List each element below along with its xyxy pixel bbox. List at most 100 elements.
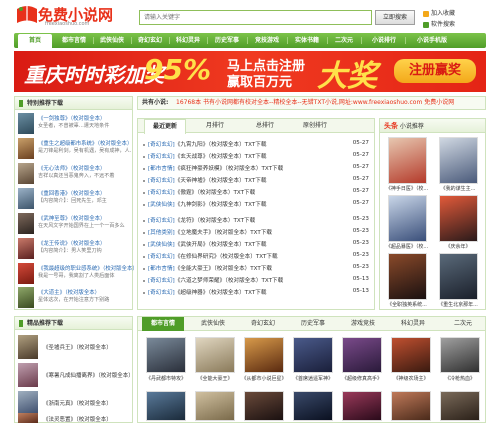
book-card[interactable]: 《冷枪热血》 xyxy=(434,337,486,382)
list-item[interactable]: 《我最超级的职业感系统》（校对版全本） 我是一号哥，我离割了人类后面体 xyxy=(18,263,138,287)
ad-banner[interactable]: 重庆时时彩加奖 95% 马上点击注册 赢取百万元 大奖 注册赢奖 xyxy=(14,51,486,92)
row-category[interactable]: [都市言情] xyxy=(148,166,175,172)
table-row[interactable]: [奇幻玄幻]《六道之梦师荣耀》（校对版全本）TXT下载 05-13 xyxy=(143,276,369,286)
tab-overall[interactable]: 总排行 xyxy=(244,119,286,133)
tab-fantasy[interactable]: 奇幻玄幻 xyxy=(242,317,284,331)
book-caption[interactable]: 《庆余年》 xyxy=(436,243,480,250)
book-caption[interactable]: 《超品暴医》（校... xyxy=(385,243,429,250)
list-item[interactable]: 《重生之超级都市系统》（校对版全本） 是刀锋是利剑，吴有机遇，吴有成神，人… xyxy=(18,138,132,162)
row-category[interactable]: [奇幻玄幻] xyxy=(148,218,175,224)
book-title[interactable]: 《重回香港》（校对版全本） xyxy=(38,189,105,197)
table-row[interactable]: [其他类别]《立地魔夫手》（校对版全本）TXT下载 05-23 xyxy=(143,228,369,238)
table-row[interactable]: [奇幻玄幻]《在修仙界研究》（校对版全本）TXT下载 05-23 xyxy=(143,252,369,262)
book-card[interactable]: 《超级修真高手》 xyxy=(336,337,388,382)
row-title[interactable]: 《玄天战尊》（校对版全本）TXT下载 xyxy=(175,154,267,160)
book-card[interactable]: 《我的谋生主... xyxy=(436,137,480,192)
row-category[interactable]: [其他类别] xyxy=(148,230,175,236)
list-item[interactable]: 《龙王传说》（校对版全本） 【内容简介】：男人笑里刀钩 xyxy=(18,238,132,262)
table-row[interactable]: [奇幻玄幻]《超级神器》（校对版全本）TXT下载 05-13 xyxy=(143,288,369,298)
nav-home[interactable]: 首页 xyxy=(18,34,52,48)
book-cover[interactable] xyxy=(440,391,480,421)
book-cover[interactable] xyxy=(195,391,235,421)
book-cover[interactable] xyxy=(146,337,186,373)
row-title[interactable]: 《傲霆》（校对版全本）TXT下载 xyxy=(175,190,256,196)
book-card[interactable]: 《神级农场主》 xyxy=(385,337,437,382)
nav-mobile[interactable]: 小说手机版 xyxy=(408,33,456,48)
site-logo[interactable]: 免费小说网 freexiaoshuo.com xyxy=(14,3,124,29)
nav-physical-books[interactable]: 实体书籍 xyxy=(288,33,326,48)
row-category[interactable]: [武侠仙侠] xyxy=(148,202,175,208)
banner-register-button[interactable]: 注册赢奖 xyxy=(394,59,476,83)
row-category[interactable]: [奇幻玄幻] xyxy=(148,254,175,260)
table-row[interactable]: [奇幻玄幻]《玄天战尊》（校对版全本）TXT下载 05-27 xyxy=(143,152,369,162)
book-title[interactable]: 《寒暑凡成仙播离界》（校对版全本） xyxy=(43,371,134,379)
book-cover[interactable] xyxy=(244,391,284,421)
book-caption[interactable]: 《神级农场主》 xyxy=(385,375,437,382)
book-title[interactable]: 《无心法师》（校对版全本） xyxy=(38,164,105,172)
book-card[interactable] xyxy=(434,391,486,421)
table-row[interactable]: [都市言情]《疯狂神豪养妖模》（校对版全本）TXT下载 05-27 xyxy=(143,164,369,174)
announcement-text[interactable]: 16768本 书有小说网都有校对全本--精校全本--无错TXT小说,网址:www… xyxy=(176,97,454,109)
list-item[interactable]: 《大道主》（校对版全本） 星体这次，在开始注意方下别路 xyxy=(18,287,132,311)
row-category[interactable]: [奇幻玄幻] xyxy=(148,154,175,160)
row-category[interactable]: [武侠仙侠] xyxy=(148,242,175,248)
bookmark-link[interactable]: 加入收藏 xyxy=(423,8,455,17)
book-cover[interactable] xyxy=(293,337,333,373)
book-card[interactable]: 《超品暴医》（校... xyxy=(385,195,429,250)
book-cover[interactable] xyxy=(391,337,431,373)
row-category[interactable]: [都市言情] xyxy=(148,266,175,272)
book-card[interactable] xyxy=(140,391,192,421)
book-cover[interactable] xyxy=(391,391,431,421)
row-category[interactable]: [奇幻玄幻] xyxy=(148,290,175,296)
list-item[interactable]: 《无心法师》（校对版全本） 吉祥以真还当恶鬼奔入，不远不着 xyxy=(18,163,132,187)
book-title[interactable]: 《圣墟兵王》（校对版全本） xyxy=(43,343,112,351)
book-title[interactable]: 《我最超级的职业感系统》（校对版全本） xyxy=(38,264,138,272)
book-caption[interactable]: 《全职独英系统... xyxy=(385,301,429,308)
list-item[interactable]: 《一剑独尊》（校对版全本） 女圣者，不曾被辜…遭天地条件 xyxy=(18,113,132,137)
row-category[interactable]: [奇幻玄幻] xyxy=(148,142,175,148)
tab-wuxia[interactable]: 武侠仙侠 xyxy=(192,317,234,331)
row-title[interactable]: 《全能大豪王》（校对版全本）TXT下载 xyxy=(175,266,272,272)
book-cover[interactable] xyxy=(195,337,235,373)
book-title[interactable]: 《武神至尊》（校对版全本） xyxy=(38,214,105,222)
row-title[interactable]: 《超级神器》（校对版全本）TXT下载 xyxy=(175,290,267,296)
row-title[interactable]: 《九神剑影》（校对版全本）TXT下载 xyxy=(175,202,267,208)
nav-history[interactable]: 历史军事 xyxy=(208,33,246,48)
book-title[interactable]: 《浙南元真》（校对版全本） xyxy=(43,399,112,407)
book-cover[interactable] xyxy=(244,337,284,373)
book-caption[interactable]: 《神手日医》（校... xyxy=(385,185,429,192)
book-cover[interactable] xyxy=(438,253,478,300)
row-category[interactable]: [奇幻玄幻] xyxy=(148,278,175,284)
book-card[interactable]: 《重生北京那年... xyxy=(436,253,480,308)
book-cover[interactable] xyxy=(342,337,382,373)
tab-original[interactable]: 原创排行 xyxy=(294,119,336,133)
row-title[interactable]: 《龙符》（校对版全本）TXT下载 xyxy=(175,218,256,224)
search-input[interactable] xyxy=(139,10,372,25)
row-category[interactable]: [奇幻玄幻] xyxy=(148,178,175,184)
table-row[interactable]: [奇幻玄幻]《九霄九阳》（校对版全本）TXT下载 05-27 xyxy=(143,140,369,150)
nav-urban[interactable]: 都市言情 xyxy=(56,33,92,48)
book-card[interactable] xyxy=(336,391,388,421)
table-row[interactable]: [奇幻玄幻]《龙符》（校对版全本）TXT下载 05-23 xyxy=(143,216,369,226)
book-card[interactable] xyxy=(238,391,290,421)
tab-urban[interactable]: 都市言情 xyxy=(142,317,184,331)
book-caption[interactable]: 《我的谋生主... xyxy=(436,185,480,192)
row-title[interactable]: 《立地魔夫手》（校对版全本）TXT下载 xyxy=(175,230,272,236)
tab-scifi[interactable]: 科幻灵异 xyxy=(392,317,434,331)
book-cover[interactable] xyxy=(438,195,478,242)
book-cover[interactable] xyxy=(438,137,478,184)
table-row[interactable]: [奇幻玄幻]《傲霆》（校对版全本）TXT下载 05-27 xyxy=(143,188,369,198)
book-card[interactable]: 《从都市小说巨星》 xyxy=(238,337,290,382)
book-card[interactable]: 《全能大豪王》 xyxy=(189,337,241,382)
row-title[interactable]: 《天帝神墟》（校对版全本）TXT下载 xyxy=(175,178,267,184)
book-card[interactable] xyxy=(385,391,437,421)
book-card[interactable]: 《首席逍遥军神》 xyxy=(287,337,339,382)
nav-games[interactable]: 竞技游戏 xyxy=(248,33,286,48)
book-card[interactable] xyxy=(287,391,339,421)
book-cover[interactable] xyxy=(293,391,333,421)
book-title[interactable]: 《重生之超级都市系统》（校对版全本） xyxy=(38,139,132,147)
nav-fantasy[interactable]: 奇幻玄幻 xyxy=(132,33,168,48)
book-title[interactable]: 《大道主》（校对版全本） xyxy=(38,288,100,296)
book-caption[interactable]: 《从都市小说巨星》 xyxy=(238,375,290,382)
tab-monthly[interactable]: 月排行 xyxy=(194,119,236,133)
